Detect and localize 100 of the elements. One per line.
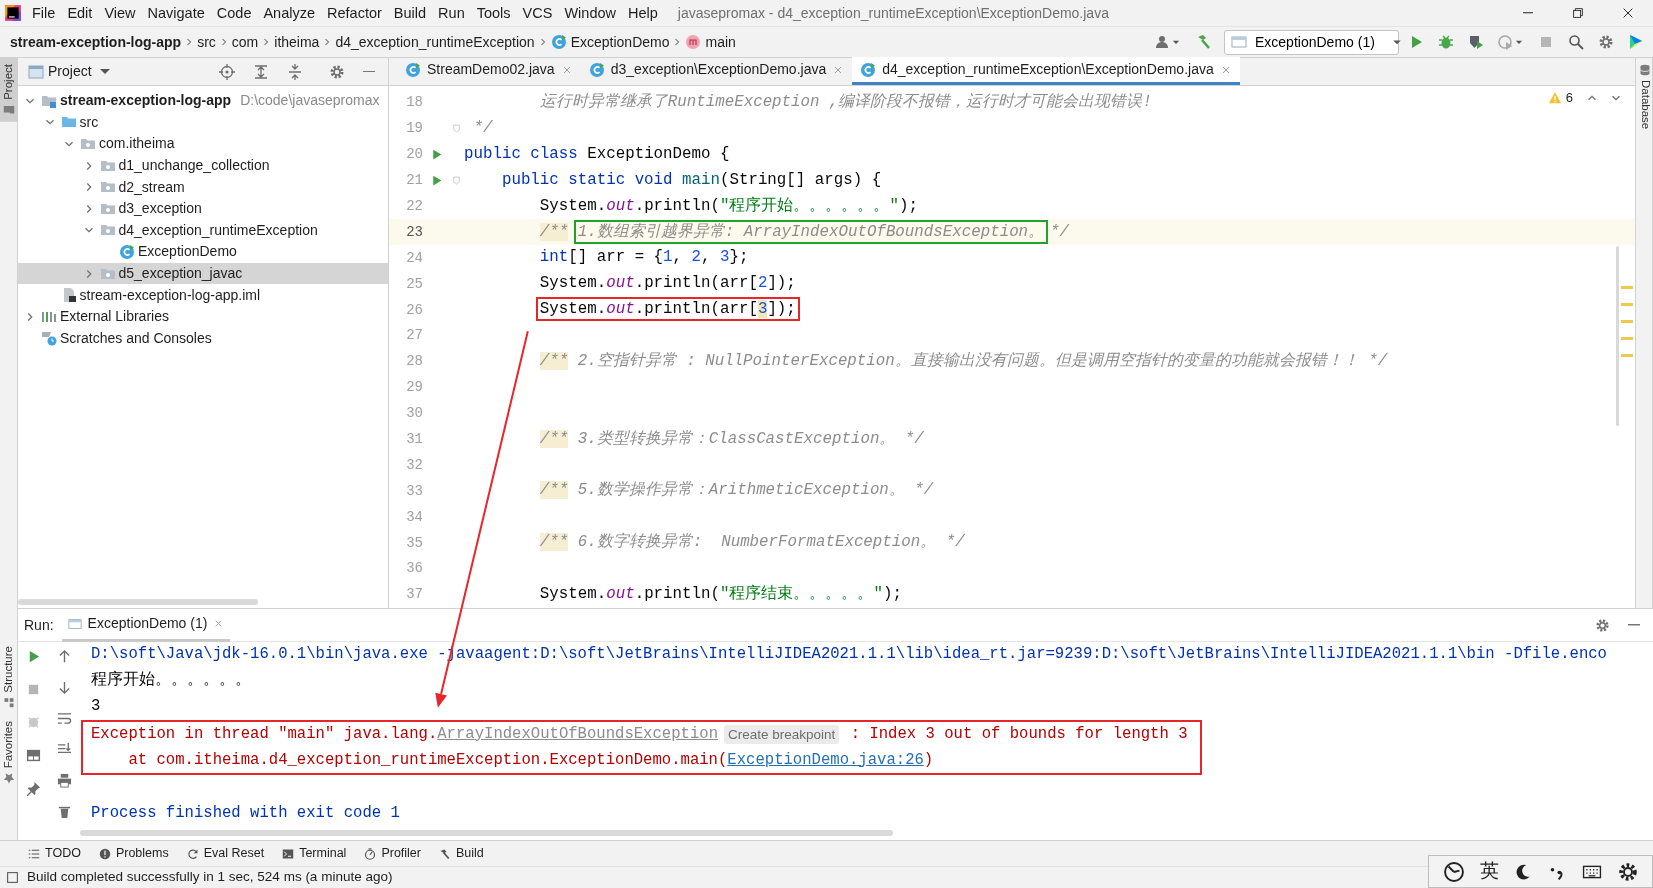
breadcrumb-item[interactable]: main: [683, 31, 738, 53]
code-line: int[] arr = {1, 2, 3};: [538, 247, 749, 269]
inlay-hint[interactable]: Create breakpoint: [724, 725, 840, 745]
ime-mode-button[interactable]: 英: [1480, 857, 1499, 886]
config-icon: [67, 616, 82, 631]
menu-item[interactable]: Run: [432, 0, 471, 26]
menu-item[interactable]: Window: [558, 0, 622, 26]
menu-item[interactable]: Help: [622, 0, 664, 26]
annotation-box: 1.数组索引越界异常: ArrayIndexOutOfBoundsException。: [573, 219, 1049, 244]
tree-item[interactable]: d3_exception: [18, 197, 388, 220]
settings-icon[interactable]: [1618, 861, 1639, 882]
module-path: D:\code\javasepromax: [240, 91, 380, 111]
pin-icon: [26, 780, 41, 796]
line-number: 32: [405, 455, 423, 475]
code-line: System.out.println("程序开始。。。。。。");: [538, 195, 918, 217]
menu-item[interactable]: Edit: [61, 0, 99, 26]
tool-tab[interactable]: Profiler: [358, 844, 427, 863]
editor-tab[interactable]: d4_exception_runtimeException\ExceptionDemo.java: [852, 57, 1240, 85]
code-line: System.out.println(arr[2]);: [538, 273, 796, 295]
class-icon: [405, 61, 421, 78]
window-icon: [28, 63, 44, 80]
config-icon: [1231, 34, 1247, 50]
soft-wrap-icon: [57, 710, 72, 726]
search-icon: [1568, 34, 1584, 50]
editor-tab[interactable]: StreamDemo02.java: [397, 57, 581, 85]
console-line: 程序开始。。。。。。: [91, 669, 251, 691]
folder-icon: [3, 103, 15, 116]
ime-logo-icon[interactable]: [1442, 860, 1465, 883]
tree-item[interactable]: com.itheima: [18, 133, 388, 155]
tool-tab[interactable]: Build: [433, 844, 490, 863]
panel-title-dropdown[interactable]: Project: [26, 61, 112, 82]
hide-icon: [363, 70, 375, 73]
panel-label: Run:: [24, 615, 54, 635]
tool-tab[interactable]: Eval Reset: [180, 844, 271, 863]
tree-item[interactable]: d2_stream: [18, 176, 388, 198]
menu-item[interactable]: Refactor: [321, 0, 388, 26]
tree-item[interactable]: d5_exception_javac: [18, 262, 388, 285]
profile-icon: [1498, 34, 1514, 50]
warning-count: 6: [1565, 89, 1573, 107]
line-number: 26: [405, 300, 423, 320]
breadcrumb-item[interactable]: ExceptionDemo: [548, 31, 672, 53]
tree-item[interactable]: ExceptionDemo: [18, 241, 388, 263]
minimize-icon: [1523, 12, 1533, 14]
settings-icon: [1595, 617, 1610, 633]
menu-item[interactable]: View: [98, 0, 142, 26]
tree-item[interactable]: stream-exception-log-app D:\code\javasepromax: [18, 90, 388, 112]
annotation-box: System.out.println(arr[3]);: [535, 297, 800, 322]
console-text: Exception in thread "main" java.lang.: [91, 723, 438, 745]
tool-window-tab[interactable]: Project: [0, 58, 18, 122]
menu-item[interactable]: File: [26, 0, 62, 26]
menu-item[interactable]: Navigate: [141, 0, 211, 26]
tool-tab[interactable]: TODO: [22, 844, 87, 863]
class-icon: [119, 243, 135, 260]
user-icon: [1155, 34, 1171, 50]
tool-tab[interactable]: Terminal: [276, 844, 353, 863]
menu-item[interactable]: Build: [387, 0, 433, 26]
breadcrumb-item[interactable]: itheima: [272, 31, 322, 53]
console-text: : Index 3 out of bounds for length 3: [849, 723, 1188, 745]
breadcrumb-item[interactable]: com: [229, 31, 261, 53]
status-icon[interactable]: [6, 871, 19, 884]
breadcrumb-item[interactable]: d4_exception_runtimeException: [333, 31, 537, 53]
app-logo: [4, 4, 22, 22]
tree-item[interactable]: External Libraries: [18, 305, 388, 328]
toolbox-icon: [1628, 34, 1644, 50]
up-arrow-icon: [57, 648, 72, 664]
source-link[interactable]: ExceptionDemo.java:26: [727, 747, 924, 774]
menu-item[interactable]: Analyze: [257, 0, 322, 26]
line-number: 28: [405, 352, 423, 372]
editor-tab[interactable]: d3_exception\ExceptionDemo.java: [580, 57, 853, 85]
menu-item[interactable]: Code: [210, 0, 258, 26]
line-number: 24: [405, 248, 423, 268]
tree-item[interactable]: src: [18, 111, 388, 134]
breadcrumb-item[interactable]: stream-exception-log-app: [8, 31, 184, 53]
scrollbar-thumb[interactable]: [1616, 246, 1619, 426]
tool-window-tab[interactable]: Structure: [0, 640, 18, 715]
tree-item[interactable]: stream-exception-log-app.iml: [18, 284, 388, 306]
tree-item[interactable]: d1_unchange_collection: [18, 154, 388, 177]
tool-window-tab[interactable]: Favorites: [0, 714, 18, 790]
code-line: 运行时异常继承了RuntimeException ,编译阶段不报错，运行时才可能会出现错误!: [538, 92, 1152, 114]
class-icon: [588, 61, 605, 78]
line-number: 34: [405, 507, 423, 527]
scrollbar-thumb[interactable]: [18, 599, 258, 605]
breadcrumb-item[interactable]: src: [195, 31, 218, 53]
scrollbar-thumb[interactable]: [80, 830, 893, 836]
list-icon: [28, 847, 40, 860]
run-tab[interactable]: ExceptionDemo (1): [61, 608, 231, 642]
menu-item[interactable]: VCS: [516, 0, 559, 26]
tool-window-tab[interactable]: Database: [1636, 58, 1653, 136]
code-line: /** 5.数学操作异常：ArithmeticException。 */: [538, 480, 934, 502]
code-text: */: [1050, 222, 1070, 241]
tree-item[interactable]: Scratches and Consoles: [18, 327, 388, 350]
line-number: 18: [405, 93, 423, 113]
close-icon: [1621, 6, 1635, 20]
line-number: 22: [405, 197, 423, 216]
locate-icon: [219, 63, 235, 80]
menu-item[interactable]: Tools: [470, 0, 517, 26]
run-config-dropdown[interactable]: ExceptionDemo (1): [1224, 29, 1399, 55]
tree-item[interactable]: d4_exception_runtimeException: [18, 219, 388, 242]
tool-tab[interactable]: Problems: [92, 844, 175, 863]
settings-icon: [329, 63, 345, 80]
